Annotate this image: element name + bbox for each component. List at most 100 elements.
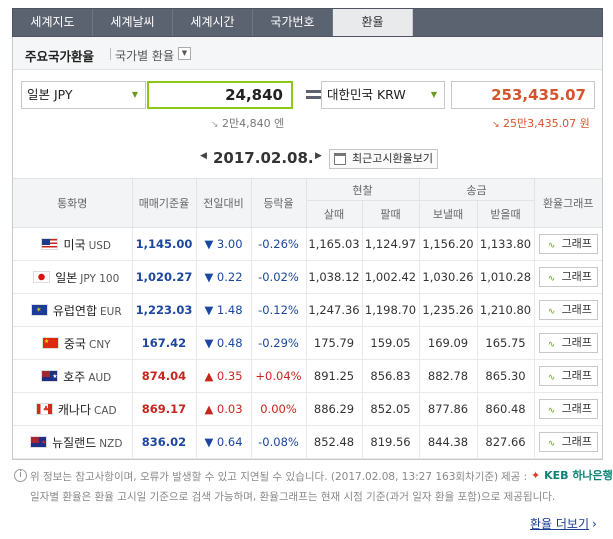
base-rate: 836.02 (131, 425, 197, 459)
cash-buy: 852.48 (305, 425, 363, 459)
header-graph: 환율그래프 (533, 178, 602, 228)
transfer-receive: 165.75 (476, 326, 535, 360)
header-change-rate: 등락율 (250, 178, 307, 228)
tab-world-weather[interactable]: 세계날씨 (93, 9, 173, 36)
graph-label: 그래프 (561, 402, 592, 415)
tab-world-map[interactable]: 세계지도 (13, 9, 93, 36)
graph-icon: ∿ (547, 340, 556, 350)
graph-button[interactable]: ∿ 그래프 (538, 333, 598, 353)
graph-button[interactable]: ∿ 그래프 (538, 300, 598, 320)
date-bar: ◀ 2017.02.08. ▶ 최근고시환율보기 (13, 145, 602, 173)
to-amount-input[interactable]: 253,435.07 (451, 81, 595, 109)
exchange-panel: 주요국가환율 국가별 환율 ▼ 일본 JPY ▼ 24,840 대한민국 KRW… (12, 37, 603, 460)
prev-date-icon[interactable]: ◀ (200, 151, 207, 161)
currency-name: 유럽연합 (52, 303, 98, 318)
cash-sell: 1,002.42 (361, 260, 420, 294)
base-rate: 1,020.27 (131, 260, 197, 294)
graph-label: 그래프 (561, 336, 592, 349)
currency-code: USD (88, 239, 112, 252)
to-currency-value: 대한민국 KRW (327, 87, 406, 102)
graph-label: 그래프 (561, 369, 592, 382)
currency-name: 캐나다 (57, 402, 91, 417)
cash-sell: 1,198.70 (361, 293, 420, 327)
chevron-right-icon: › (592, 517, 597, 531)
transfer-receive: 860.48 (476, 392, 535, 426)
change-rate: -0.12% (250, 293, 307, 327)
chevron-down-icon: ▼ (430, 90, 437, 99)
currency-cell[interactable]: ★ 뉴질랜드 NZD (13, 425, 133, 459)
header-currency: 통화명 (13, 178, 133, 228)
graph-icon: ∿ (547, 439, 556, 449)
currency-cell[interactable]: 미국 USD (13, 227, 133, 261)
change-rate: -0.08% (250, 425, 307, 459)
currency-code: NZD (99, 437, 123, 450)
to-currency-select[interactable]: 대한민국 KRW ▼ (321, 81, 445, 109)
cash-sell: 819.56 (361, 425, 420, 459)
recent-rates-button[interactable]: 최근고시환율보기 (329, 149, 438, 169)
graph-icon: ∿ (547, 406, 556, 416)
to-amount-hint: ↘ 25만3,435.07 원 (492, 117, 590, 130)
graph-icon: ∿ (547, 241, 556, 251)
change-rate: +0.04% (250, 359, 307, 393)
subheader: 주요국가환율 국가별 환율 ▼ (13, 37, 602, 70)
graph-button[interactable]: ∿ 그래프 (538, 267, 598, 287)
graph-button[interactable]: ∿ 그래프 (538, 234, 598, 254)
converter: 일본 JPY ▼ 24,840 대한민국 KRW ▼ 253,435.07 (21, 81, 596, 109)
cash-sell: 1,124.97 (361, 227, 420, 261)
flag-jpy-icon (33, 270, 51, 283)
cash-buy: 891.25 (305, 359, 363, 393)
provider-logo: ✦ KEB 하나은행 (531, 469, 613, 482)
notice: i 위 정보는 참고사항이며, 오류가 발생할 수 있고 지연될 수 있습니다.… (12, 466, 613, 510)
from-currency-select[interactable]: 일본 JPY ▼ (21, 81, 146, 109)
chevron-down-icon[interactable]: ▼ (178, 47, 191, 60)
currency-code: AUD (88, 371, 112, 384)
graph-label: 그래프 (561, 303, 592, 316)
transfer-receive: 865.30 (476, 359, 535, 393)
cash-buy: 1,247.36 (305, 293, 363, 327)
from-amount-input[interactable]: 24,840 (147, 81, 293, 109)
daily-change: ▼ 0.22 (195, 260, 252, 294)
currency-cell[interactable]: ✶ 유럽연합 EUR (13, 293, 133, 327)
change-rate: -0.29% (250, 326, 307, 360)
header-change: 전일대비 (195, 178, 252, 228)
flag-cny-icon: ★ (41, 336, 59, 349)
header-transfer: 송금 (418, 178, 535, 201)
from-amount-hint: ↘ 2만4,840 엔 (211, 117, 285, 130)
flag-eur-icon: ✶ (30, 303, 48, 316)
transfer-send: 1,030.26 (418, 260, 478, 294)
currency-code: CAD (94, 404, 117, 417)
header-base-rate: 매매기준율 (131, 178, 197, 228)
calendar-icon (334, 153, 346, 165)
graph-button[interactable]: ∿ 그래프 (538, 366, 598, 386)
transfer-receive: 1,210.80 (476, 293, 535, 327)
currency-cell[interactable]: ★ 중국 CNY (13, 326, 133, 360)
from-currency-value: 일본 JPY (27, 87, 73, 102)
by-country-option[interactable]: 국가별 환율 (115, 47, 174, 64)
header-transfer-send: 보낼때 (418, 200, 478, 228)
transfer-send: 1,235.26 (418, 293, 478, 327)
header-transfer-receive: 받을때 (476, 200, 534, 228)
graph-button[interactable]: ∿ 그래프 (538, 399, 598, 419)
more-rates-link[interactable]: 환율 더보기 › (530, 515, 597, 532)
currency-cell[interactable]: ★ 호주 AUD (13, 359, 133, 393)
table-row: ♣ 캐나다 CAD 869.17 ▲ 0.03 0.00% 886.29 852.0… (13, 392, 602, 426)
tab-country-code[interactable]: 국가번호 (253, 9, 333, 36)
daily-change: ▼ 0.64 (195, 425, 252, 459)
recent-rates-label: 최근고시환율보기 (352, 152, 433, 165)
divider (110, 48, 111, 60)
currency-cell[interactable]: ♣ 캐나다 CAD (13, 392, 133, 426)
header-cash-sell: 팔때 (361, 200, 420, 228)
transfer-send: 882.78 (418, 359, 478, 393)
next-date-icon[interactable]: ▶ (315, 151, 322, 161)
currency-cell[interactable]: 일본 JPY 100 (13, 260, 133, 294)
graph-icon: ∿ (547, 274, 556, 284)
table-row: ★ 뉴질랜드 NZD 836.02 ▼ 0.64 -0.08% 852.48 819… (13, 425, 602, 459)
tab-exchange-rate[interactable]: 환율 (333, 9, 413, 36)
table-row: 일본 JPY 100 1,020.27 ▼ 0.22 -0.02% 1,038.1… (13, 260, 602, 294)
graph-cell: ∿ 그래프 (533, 359, 602, 393)
base-rate: 874.04 (131, 359, 197, 393)
tab-world-time[interactable]: 세계시간 (173, 9, 253, 36)
graph-cell: ∿ 그래프 (533, 293, 602, 327)
flag-aud-icon: ★ (41, 369, 59, 382)
graph-button[interactable]: ∿ 그래프 (538, 432, 598, 452)
